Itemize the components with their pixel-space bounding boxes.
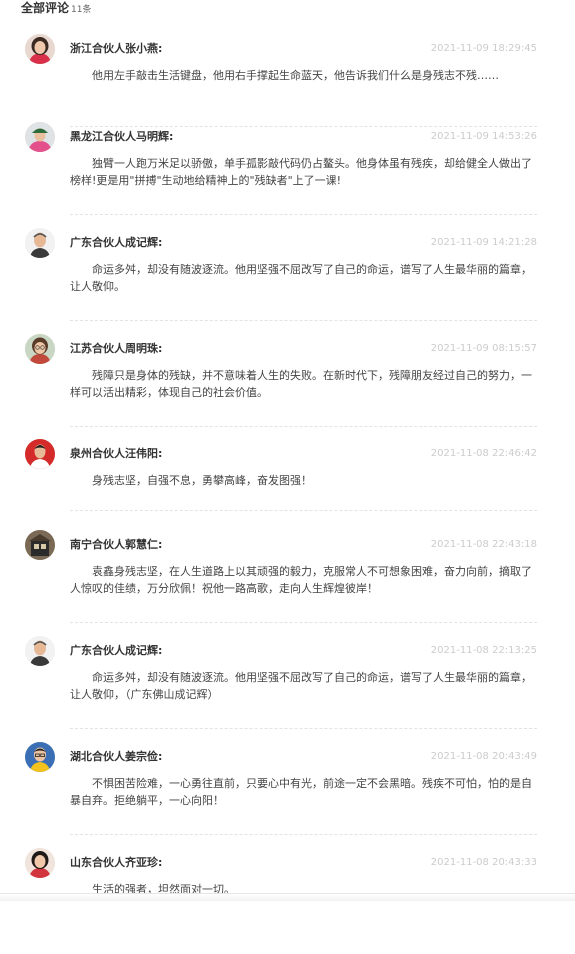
comment-divider (70, 510, 537, 511)
comment-author[interactable]: 泉州合伙人汪伟阳: (70, 447, 162, 460)
comments-count: 11条 (71, 5, 92, 15)
comment-time: 2021-11-09 14:21:28 (430, 237, 537, 248)
comments-title: 全部评论 (21, 1, 70, 15)
avatar[interactable] (25, 439, 55, 469)
comment-item: 山东合伙人齐亚珍: 2021-11-08 20:43:33 生活的强者，坦然面对… (0, 848, 575, 954)
avatar[interactable] (25, 34, 55, 64)
comment-divider (70, 214, 537, 215)
avatar-man-shaved-icon (25, 636, 55, 666)
avatar-woman-glasses-icon (25, 334, 55, 364)
avatar-man-cap-pink-icon (25, 122, 55, 152)
comment-time: 2021-11-08 20:43:33 (430, 857, 537, 868)
comment-time: 2021-11-09 18:29:45 (430, 43, 537, 54)
comment-content: 不惧困苦险难，一心勇往直前，只要心中有光，前途一定不会黑暗。残疾不可怕，怕的是自… (70, 777, 532, 807)
comment-time: 2021-11-08 22:46:42 (430, 448, 537, 459)
avatar-building-icon (25, 530, 55, 560)
avatar-man-shaved-icon (25, 228, 55, 258)
comments-header: 全部评论 11条 (21, 0, 91, 16)
comment-divider (70, 320, 537, 321)
avatar-woman-dark-hair-icon (25, 848, 55, 878)
avatar-woman-red-icon (25, 34, 55, 64)
comment-divider (70, 834, 537, 835)
comment-item: 黑龙江合伙人马明辉: 2021-11-09 14:53:26 独臂一人跑万米足以… (0, 122, 575, 228)
comment-author[interactable]: 广东合伙人成记辉: (70, 644, 162, 657)
comment-divider (70, 728, 537, 729)
comment-content: 身残志坚，自强不息，勇攀高峰，奋发图强！ (92, 474, 312, 487)
comment-author[interactable]: 南宁合伙人郭慧仁: (70, 538, 162, 551)
comment-time: 2021-11-08 22:13:25 (430, 645, 537, 656)
comment-content: 袁鑫身残志坚，在人生道路上以其顽强的毅力，克服常人不可想象困难，奋力向前，摘取了… (70, 565, 532, 595)
comment-time: 2021-11-09 14:53:26 (430, 131, 537, 142)
comment-item: 湖北合伙人姜宗俭: 2021-11-08 20:43:49 不惧困苦险难，一心勇… (0, 742, 575, 848)
comment-time: 2021-11-08 20:43:49 (430, 751, 537, 762)
comment-content: 命运多舛，却没有随波逐流。他用坚强不屈改写了自己的命运，谱写了人生最华丽的篇章，… (70, 263, 532, 293)
comment-divider (70, 426, 537, 427)
avatar-man-glasses-blue-icon (25, 742, 55, 772)
comment-author[interactable]: 湖北合伙人姜宗俭: (70, 750, 162, 763)
avatar-man-red-bg-icon (25, 439, 55, 469)
comment-divider (70, 622, 537, 623)
comment-time: 2021-11-08 22:43:18 (430, 539, 537, 550)
comment-content: 他用左手敲击生活键盘，他用右手撑起生命蓝天，他告诉我们什么是身残志不残…… (92, 69, 499, 82)
comment-content: 独臂一人跑万米足以骄傲，单手孤影敲代码仍占鳌头。他身体虽有残疾，却给健全人做出了… (70, 157, 532, 187)
avatar[interactable] (25, 122, 55, 152)
comment-time: 2021-11-09 08:15:57 (430, 343, 537, 354)
avatar[interactable] (25, 334, 55, 364)
comment-author[interactable]: 广东合伙人成记辉: (70, 236, 162, 249)
avatar[interactable] (25, 228, 55, 258)
comment-author[interactable]: 浙江合伙人张小燕: (70, 42, 162, 55)
comment-content: 残障只是身体的残缺，并不意味着人生的失败。在新时代下，残障朋友经过自己的努力，一… (70, 369, 532, 399)
avatar[interactable] (25, 636, 55, 666)
comment-author[interactable]: 江苏合伙人周明珠: (70, 342, 162, 355)
avatar[interactable] (25, 530, 55, 560)
comment-item: 江苏合伙人周明珠: 2021-11-09 08:15:57 残障只是身体的残缺，… (0, 334, 575, 440)
comment-content: 命运多舛，却没有随波逐流。他用坚强不屈改写了自己的命运，谱写了人生最华丽的篇章，… (70, 671, 532, 701)
avatar[interactable] (25, 848, 55, 878)
avatar[interactable] (25, 742, 55, 772)
comment-author[interactable]: 山东合伙人齐亚珍: (70, 856, 162, 869)
comment-item: 广东合伙人成记辉: 2021-11-08 22:13:25 命运多舛，却没有随波… (0, 636, 575, 742)
comment-author[interactable]: 黑龙江合伙人马明辉: (70, 130, 173, 143)
comment-item: 广东合伙人成记辉: 2021-11-09 14:21:28 命运多舛，却没有随波… (0, 228, 575, 334)
comment-item: 南宁合伙人郭慧仁: 2021-11-08 22:43:18 袁鑫身残志坚，在人生… (0, 530, 575, 636)
